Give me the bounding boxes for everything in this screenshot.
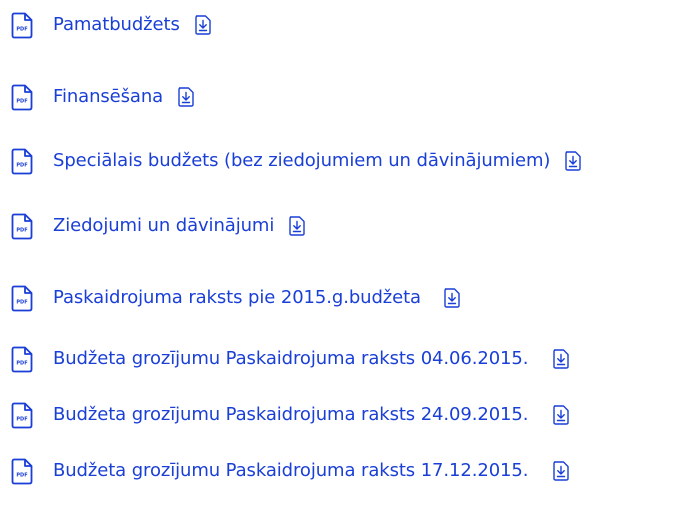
download-icon[interactable] [288, 216, 306, 236]
document-item: PDF Finansēšana [11, 82, 195, 112]
pdf-file-icon[interactable]: PDF [11, 402, 33, 429]
document-link[interactable]: Ziedojumi un dāvinājumi [53, 217, 274, 235]
document-item: PDF Budžeta grozījumu Paskaidrojuma raks… [11, 400, 570, 430]
download-icon[interactable] [564, 151, 582, 171]
document-link[interactable]: Pamatbudžets [53, 16, 180, 34]
document-link[interactable]: Budžeta grozījumu Paskaidrojuma raksts 0… [53, 350, 528, 368]
download-icon[interactable] [443, 288, 461, 308]
document-link[interactable]: Budžeta grozījumu Paskaidrojuma raksts 1… [53, 462, 528, 480]
pdf-file-icon[interactable]: PDF [11, 346, 33, 373]
download-icon[interactable] [552, 349, 570, 369]
document-item: PDF Ziedojumi un dāvinājumi [11, 211, 306, 241]
download-icon[interactable] [177, 87, 195, 107]
svg-text:PDF: PDF [16, 98, 27, 104]
document-item: PDF Budžeta grozījumu Paskaidrojuma raks… [11, 456, 570, 486]
svg-text:PDF: PDF [16, 472, 27, 478]
download-icon[interactable] [194, 15, 212, 35]
document-item: PDF Speciālais budžets (bez ziedojumiem … [11, 146, 582, 176]
document-item: PDF Paskaidrojuma raksts pie 2015.g.budž… [11, 283, 461, 313]
download-icon[interactable] [552, 461, 570, 481]
document-item: PDF Pamatbudžets [11, 10, 212, 40]
document-link[interactable]: Finansēšana [53, 88, 163, 106]
pdf-file-icon[interactable]: PDF [11, 285, 33, 312]
download-icon[interactable] [552, 405, 570, 425]
svg-text:PDF: PDF [16, 416, 27, 422]
document-item: PDF Budžeta grozījumu Paskaidrojuma raks… [11, 344, 570, 374]
document-link[interactable]: Paskaidrojuma raksts pie 2015.g.budžeta [53, 289, 421, 307]
pdf-file-icon[interactable]: PDF [11, 148, 33, 175]
pdf-file-icon[interactable]: PDF [11, 12, 33, 39]
svg-text:PDF: PDF [16, 227, 27, 233]
pdf-file-icon[interactable]: PDF [11, 213, 33, 240]
svg-text:PDF: PDF [16, 360, 27, 366]
svg-text:PDF: PDF [16, 299, 27, 305]
pdf-file-icon[interactable]: PDF [11, 84, 33, 111]
document-link[interactable]: Budžeta grozījumu Paskaidrojuma raksts 2… [53, 406, 528, 424]
svg-text:PDF: PDF [16, 162, 27, 168]
svg-text:PDF: PDF [16, 26, 27, 32]
pdf-file-icon[interactable]: PDF [11, 458, 33, 485]
document-link[interactable]: Speciālais budžets (bez ziedojumiem un d… [53, 152, 550, 170]
